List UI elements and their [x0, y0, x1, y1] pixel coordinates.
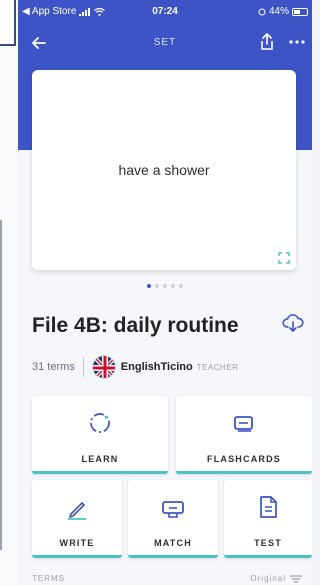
set-title: File 4B: daily routine [32, 314, 239, 337]
creator-name[interactable]: EnglishTicino [121, 361, 193, 373]
page-dot [171, 284, 175, 288]
flashcards-mode-button[interactable]: FLASHCARDS [176, 396, 312, 474]
background-page-edge [0, 0, 16, 46]
share-icon[interactable] [256, 31, 278, 53]
test-label: TEST [254, 538, 282, 548]
match-label: MATCH [154, 538, 192, 548]
sort-icon[interactable] [290, 574, 302, 583]
flashcard-preview[interactable]: have a shower [32, 70, 296, 270]
creator-flag-avatar [92, 356, 115, 378]
phone-screen: ◀ App Store 07:24 44% SET have a shower … [18, 0, 312, 585]
flashcards-icon [234, 416, 253, 432]
background-page [0, 0, 18, 585]
terms-sort[interactable]: Original [250, 574, 302, 583]
status-right: 44% [258, 6, 308, 17]
learn-mode-button[interactable]: LEARN [32, 396, 168, 474]
terms-header: TERMS Original [32, 574, 302, 583]
page-dot [163, 284, 167, 288]
learn-icon [90, 413, 110, 433]
more-options-icon[interactable] [286, 31, 308, 53]
write-mode-button[interactable]: WRITE [32, 480, 122, 558]
meta-divider [82, 357, 84, 377]
status-bar: ◀ App Store 07:24 44% [18, 6, 312, 22]
orientation-lock-icon [258, 8, 266, 15]
page-dot [155, 284, 159, 288]
match-icon [162, 501, 184, 518]
page-dot [179, 284, 183, 288]
match-mode-button[interactable]: MATCH [128, 480, 218, 558]
test-icon [260, 496, 277, 518]
test-mode-button[interactable]: TEST [224, 480, 312, 558]
write-icon [68, 502, 86, 520]
creator-role-badge: TEACHER [196, 362, 239, 372]
expand-icon[interactable] [278, 252, 290, 264]
terms-label: TERMS [32, 574, 65, 583]
learn-label: LEARN [81, 454, 119, 464]
flashcard-text: have a shower [118, 162, 210, 178]
terms-sort-label[interactable]: Original [250, 574, 286, 583]
write-label: WRITE [59, 538, 95, 548]
avatar[interactable] [91, 355, 116, 379]
flashcards-label: FLASHCARDS [207, 454, 281, 464]
battery-icon [292, 7, 308, 16]
term-count: 31 terms [32, 361, 75, 373]
page-dot [147, 284, 151, 288]
set-meta: 31 terms EnglishTicino TEACHER [32, 354, 238, 380]
background-page-divider [0, 220, 2, 550]
nav-bar: SET [18, 28, 312, 58]
battery-percent: 44% [268, 6, 289, 17]
cloud-download-icon[interactable] [282, 312, 304, 334]
flashcard-page-indicator [18, 284, 312, 288]
